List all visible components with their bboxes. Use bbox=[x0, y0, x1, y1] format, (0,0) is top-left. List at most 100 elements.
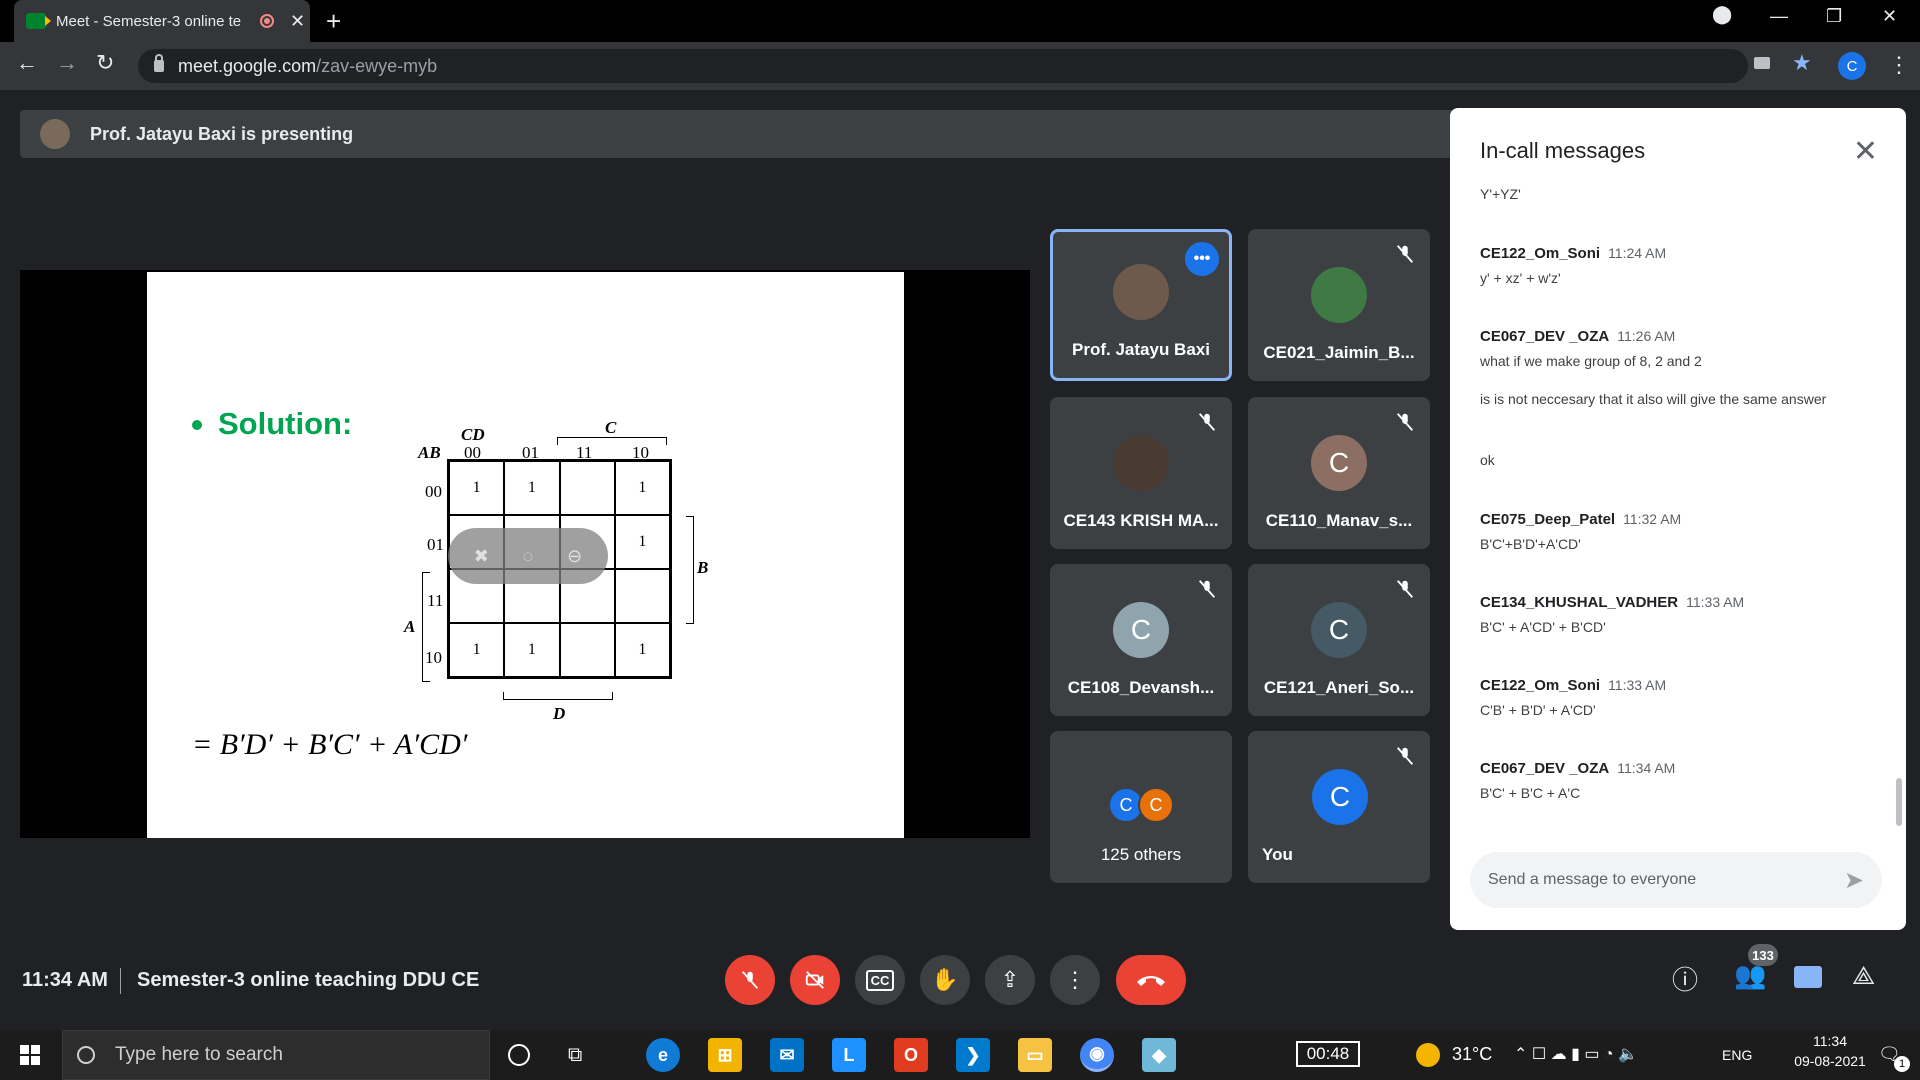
weather-temp[interactable]: 31°C bbox=[1452, 1044, 1492, 1065]
tab-title: Meet - Semester-3 online te bbox=[56, 12, 242, 30]
kmap-cell bbox=[559, 623, 615, 677]
mic-off-icon bbox=[1396, 747, 1414, 765]
presenter-avatar bbox=[40, 119, 70, 149]
chat-message-sender: CE067_DEV _OZA 11:26 AM bbox=[1480, 328, 1676, 345]
participant-name: CE121_Aneri_So... bbox=[1263, 678, 1415, 697]
task-view-icon[interactable]: ⧉ bbox=[568, 1044, 582, 1067]
participant-tile[interactable]: ••• Prof. Jatayu Baxi bbox=[1050, 229, 1232, 381]
edge-icon[interactable]: e bbox=[646, 1038, 680, 1072]
letter-l-app-icon[interactable]: L bbox=[832, 1038, 866, 1072]
kmap-cell: 1 bbox=[614, 515, 670, 569]
participant-tile[interactable]: C CE121_Aneri_So... bbox=[1248, 564, 1430, 716]
kmap-group-label-b: B bbox=[697, 558, 709, 577]
taskbar-timer[interactable]: 00:48 bbox=[1296, 1041, 1360, 1067]
participant-tile[interactable]: C CE110_Manav_s... bbox=[1248, 397, 1430, 549]
taskbar-clock[interactable]: 11:34 09-08-2021 bbox=[1790, 1033, 1870, 1069]
more-options-icon[interactable]: ••• bbox=[1185, 242, 1219, 276]
mail-icon[interactable]: ✉ bbox=[770, 1038, 804, 1072]
forward-arrow-icon[interactable]: → bbox=[56, 50, 78, 76]
send-icon[interactable]: ➤ bbox=[1844, 866, 1864, 895]
captions-button[interactable]: CC bbox=[855, 955, 905, 1005]
kmap-cell: 1 bbox=[449, 623, 505, 677]
captions-icon: CC bbox=[865, 969, 895, 991]
system-tray-icons[interactable]: ⌃ ☐ ☁ ▮ ▭ ◔ 🔈 bbox=[1514, 1044, 1638, 1064]
camera-toggle-button[interactable] bbox=[790, 955, 840, 1005]
kmap-cell: 1 bbox=[614, 461, 670, 515]
address-bar[interactable]: meet.google.com/zav-ewye-myb bbox=[138, 49, 1748, 83]
kmap-bracket-a bbox=[422, 572, 430, 682]
leave-call-button[interactable] bbox=[1116, 955, 1186, 1005]
camera-in-use-icon[interactable] bbox=[1754, 57, 1770, 69]
file-explorer-icon[interactable]: ▭ bbox=[1018, 1038, 1052, 1072]
present-button[interactable]: ⇪ bbox=[985, 955, 1035, 1005]
self-tile[interactable]: C You bbox=[1248, 731, 1430, 883]
chat-message-sender: CE122_Om_Soni 11:33 AM bbox=[1480, 677, 1667, 694]
others-avatars: C C bbox=[1108, 787, 1174, 823]
participant-avatar bbox=[1113, 435, 1169, 491]
vscode-icon[interactable]: ❯ bbox=[956, 1038, 990, 1072]
chat-message-text: B'C' + B'C + A'C bbox=[1480, 785, 1581, 801]
meeting-clock: 11:34 AM bbox=[22, 969, 108, 991]
pin-icon[interactable]: ✖ bbox=[466, 541, 496, 571]
participant-name: CE021_Jaimin_B... bbox=[1263, 343, 1415, 362]
participant-tile[interactable]: CE143 KRISH MA... bbox=[1050, 397, 1232, 549]
kmap-row-header: 00 bbox=[425, 482, 442, 501]
browser-menu-icon[interactable]: ⋮ bbox=[1888, 52, 1910, 78]
mic-toggle-button[interactable] bbox=[725, 955, 775, 1005]
mute-audio-icon[interactable]: ◌ bbox=[513, 541, 543, 571]
kmap-group-label-c: C bbox=[605, 418, 617, 437]
more-options-button[interactable]: ⋮ bbox=[1050, 955, 1100, 1005]
language-indicator[interactable]: ENG bbox=[1722, 1047, 1752, 1063]
new-tab-button[interactable]: + bbox=[326, 6, 341, 37]
cortana-icon[interactable] bbox=[508, 1044, 530, 1066]
chat-icon[interactable] bbox=[1794, 966, 1822, 988]
mic-off-icon bbox=[741, 971, 759, 989]
app-icon[interactable]: ◆ bbox=[1142, 1038, 1176, 1072]
activities-icon[interactable]: ⟁ bbox=[1852, 960, 1875, 992]
chat-panel: In-call messages ✕ Y'+YZ' CE122_Om_Soni 1… bbox=[1450, 108, 1906, 930]
store-icon[interactable]: ⊞ bbox=[708, 1038, 742, 1072]
maximize-window-icon[interactable]: ❐ bbox=[1826, 6, 1842, 27]
participant-avatar: C bbox=[1138, 787, 1174, 823]
chat-input[interactable]: Send a message to everyone ➤ bbox=[1470, 852, 1882, 908]
weather-icon[interactable] bbox=[1416, 1043, 1440, 1067]
bookmark-star-icon[interactable]: ★ bbox=[1792, 50, 1812, 76]
chat-input-placeholder: Send a message to everyone bbox=[1488, 871, 1697, 888]
taskbar-search-box[interactable]: Type here to search bbox=[62, 1030, 490, 1080]
chat-message-text: B'C' + A'CD' + B'CD' bbox=[1480, 619, 1606, 635]
search-icon bbox=[77, 1046, 95, 1064]
profile-avatar[interactable]: C bbox=[1838, 52, 1866, 80]
participant-name: CE143 KRISH MA... bbox=[1063, 511, 1219, 530]
chat-message-time: 11:33 AM bbox=[1686, 594, 1745, 610]
remove-icon[interactable]: ⊖ bbox=[560, 541, 590, 571]
close-tab-icon[interactable]: ✕ bbox=[290, 11, 305, 32]
slide-bullet bbox=[192, 420, 202, 430]
reload-icon[interactable]: ↻ bbox=[96, 50, 114, 76]
windows-start-icon[interactable] bbox=[20, 1045, 40, 1065]
close-window-icon[interactable]: ✕ bbox=[1882, 6, 1897, 27]
taskbar-search-placeholder: Type here to search bbox=[115, 1044, 283, 1065]
participant-tile[interactable]: CE021_Jaimin_B... bbox=[1248, 229, 1430, 381]
participant-name: Prof. Jatayu Baxi bbox=[1072, 340, 1210, 359]
office-icon[interactable]: O bbox=[894, 1038, 928, 1072]
meet-favicon-icon bbox=[26, 13, 51, 29]
close-chat-icon[interactable]: ✕ bbox=[1853, 134, 1878, 169]
presenting-text: Prof. Jatayu Baxi is presenting bbox=[90, 123, 354, 144]
chat-message-time: 11:26 AM bbox=[1617, 328, 1676, 344]
chrome-icon[interactable]: ◉ bbox=[1080, 1038, 1114, 1072]
minimize-window-icon[interactable]: — bbox=[1770, 6, 1788, 27]
kmap-col-var: CD bbox=[461, 425, 485, 444]
meeting-details-icon[interactable]: ⓘ bbox=[1672, 960, 1698, 997]
chat-message-text: y' + xz' + w'z' bbox=[1480, 270, 1561, 286]
chat-message-sender: CE134_KHUSHAL_VADHER 11:33 AM bbox=[1480, 594, 1745, 611]
back-arrow-icon[interactable]: ← bbox=[16, 50, 38, 76]
browser-tab[interactable]: Meet - Semester-3 online te ✕ bbox=[14, 0, 310, 42]
raise-hand-button[interactable]: ✋ bbox=[920, 955, 970, 1005]
chat-scrollbar[interactable] bbox=[1896, 778, 1902, 826]
mic-off-icon bbox=[1198, 413, 1216, 431]
chat-message-sender: CE075_Deep_Patel 11:32 AM bbox=[1480, 511, 1682, 528]
people-count-badge: 133 bbox=[1748, 944, 1778, 966]
tab-search-icon[interactable]: ⬤ bbox=[1712, 4, 1732, 25]
participant-tile[interactable]: C CE108_Devansh... bbox=[1050, 564, 1232, 716]
others-tile[interactable]: C C 125 others bbox=[1050, 731, 1232, 883]
